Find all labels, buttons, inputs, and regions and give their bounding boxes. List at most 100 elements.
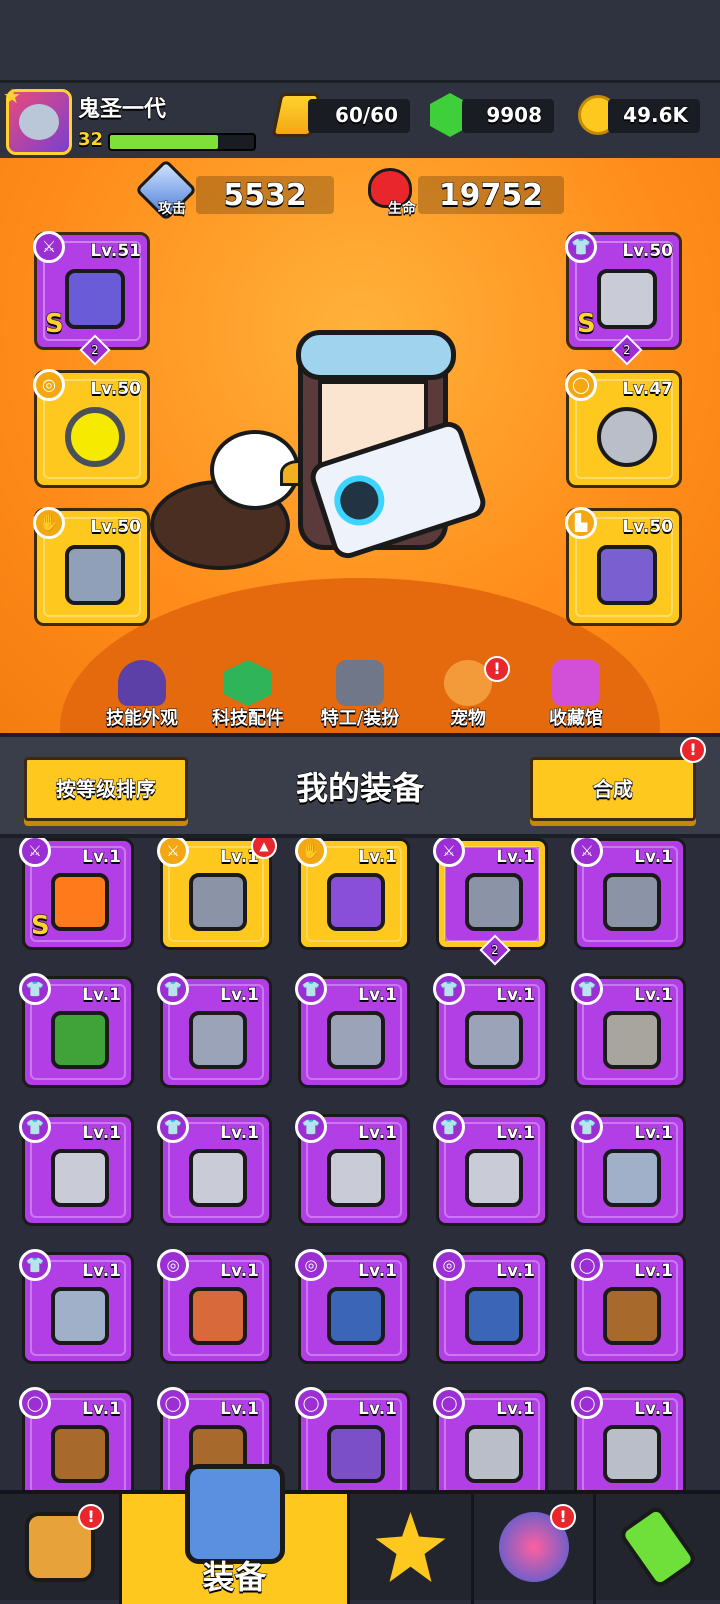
inventory-item[interactable]: ◎ Lv.1	[433, 1249, 548, 1364]
item-level: Lv.1	[82, 1123, 122, 1144]
armor-type-icon: 👕	[295, 1111, 327, 1143]
new-item-icon: ▲	[251, 838, 277, 859]
player-avatar[interactable]: ★	[3, 84, 72, 155]
weapon-item-icon	[603, 873, 661, 931]
armor-type-icon: 👕	[295, 973, 327, 1005]
inventory-item[interactable]: ◎ Lv.1	[295, 1249, 410, 1364]
equipped-glove-slot[interactable]: ✋ Lv.50	[33, 507, 150, 626]
item-level: Lv.1	[82, 1399, 122, 1420]
armor-type-icon: 👕	[565, 231, 597, 263]
inventory-item[interactable]: ◯ Lv.1	[295, 1387, 410, 1490]
tech-parts-label: 科技配件	[212, 708, 285, 730]
belt-type-icon: ◯	[571, 1387, 603, 1419]
battle-tab[interactable]	[350, 1494, 474, 1604]
item-level: Lv.1	[82, 985, 122, 1006]
gene-tab[interactable]	[596, 1494, 720, 1604]
armor-item-icon	[189, 1149, 247, 1207]
item-level: Lv.1	[220, 1123, 260, 1144]
collection-label: 收藏馆	[549, 708, 604, 730]
spiked-collar-icon	[65, 407, 125, 467]
necklace-type-icon: ◎	[157, 1249, 189, 1281]
slot-level: Lv.50	[622, 241, 674, 262]
agent-costume-button[interactable]: 特工/装扮	[304, 660, 416, 730]
gun-icon	[65, 269, 125, 329]
inventory-item[interactable]: ⚔ Lv.1 S	[19, 838, 134, 950]
inventory-item[interactable]: ◯ Lv.1	[433, 1387, 548, 1490]
pet-button[interactable]: 宠物 !	[418, 656, 518, 730]
inventory-item[interactable]: 👕 Lv.1	[295, 1111, 410, 1226]
equipped-weapon-slot[interactable]: ⚔ Lv.51 S 2	[33, 231, 150, 366]
mech-glove-icon	[65, 545, 125, 605]
armor-item-icon	[603, 1149, 661, 1207]
belt-type-icon: ◯	[157, 1387, 189, 1419]
necklace-type-icon: ◎	[295, 1249, 327, 1281]
xp-bar	[108, 133, 256, 151]
energy-value: 60/60	[308, 99, 410, 133]
item-level: Lv.1	[496, 985, 536, 1006]
armor-type-icon: 👕	[19, 1111, 51, 1143]
shop-tab[interactable]: !	[0, 1494, 122, 1604]
belt-type-icon: ◯	[565, 369, 597, 401]
sort-by-level-button[interactable]: 按等级排序	[24, 757, 188, 821]
inventory-item[interactable]: ⚔ Lv.1	[571, 838, 686, 950]
boot-icon	[597, 545, 657, 605]
inventory-item[interactable]: ⚔ Lv.1 ▲	[157, 838, 277, 950]
inventory-item[interactable]: 👕 Lv.1	[19, 1249, 134, 1364]
inventory-item[interactable]: ◯ Lv.1	[571, 1387, 686, 1490]
belt-type-icon: ◯	[571, 1249, 603, 1281]
necklace-type-icon: ◎	[433, 1249, 465, 1281]
tech-chip-icon	[224, 660, 272, 706]
slot-level: Lv.50	[90, 379, 142, 400]
inventory-item[interactable]: ⚔ Lv.1 2	[433, 838, 548, 966]
item-level: Lv.1	[358, 985, 398, 1006]
armor-type-icon: 👕	[157, 1111, 189, 1143]
agent-head-icon	[336, 660, 384, 706]
slot-level: Lv.50	[622, 517, 674, 538]
attack-value: 5532	[196, 176, 334, 214]
inventory-item[interactable]: 👕 Lv.1	[433, 1111, 548, 1226]
armor-type-icon: 👕	[433, 973, 465, 1005]
item-level: Lv.1	[220, 985, 260, 1006]
inventory-item[interactable]: ✋ Lv.1	[295, 838, 410, 950]
inventory-item[interactable]: ◯ Lv.1	[571, 1249, 686, 1364]
item-level: Lv.1	[358, 1123, 398, 1144]
inventory-item[interactable]: ◯ Lv.1	[19, 1387, 134, 1490]
collection-button[interactable]: 收藏馆	[526, 660, 626, 730]
belt-item-icon	[603, 1425, 661, 1483]
armor-item-icon	[465, 1011, 523, 1069]
inventory-item[interactable]: 👕 Lv.1	[295, 973, 410, 1088]
glove-item-icon	[327, 873, 385, 931]
armor-item-icon	[51, 1011, 109, 1069]
equipped-necklace-slot[interactable]: ◎ Lv.50	[33, 369, 150, 488]
inventory-grid: ⚔ Lv.1 S ⚔ Lv.1 ▲ ✋ Lv.1 ⚔ Lv.1 2 ⚔ Lv.1 👕 Lv.1 👕 Lv.1 👕 L…	[0, 838, 720, 1490]
inventory-item[interactable]: 👕 Lv.1	[571, 1111, 686, 1226]
skill-skin-button[interactable]: 技能外观	[92, 660, 192, 730]
inventory-item[interactable]: 👕 Lv.1	[571, 973, 686, 1088]
inventory-item[interactable]: 👕 Lv.1	[433, 973, 548, 1088]
item-level: Lv.1	[220, 1261, 260, 1282]
battle-star-icon	[375, 1512, 446, 1582]
merge-button[interactable]: 合成	[530, 757, 696, 821]
tech-parts-button[interactable]: 科技配件	[198, 660, 298, 730]
inventory-item[interactable]: 👕 Lv.1	[19, 1111, 134, 1226]
bottom-nav: ! 装备 !	[0, 1464, 720, 1604]
inventory-item[interactable]: 👕 Lv.1	[19, 973, 134, 1088]
equipped-boot-slot[interactable]: ▙ Lv.50	[565, 507, 682, 626]
inventory-item[interactable]: ◎ Lv.1	[157, 1249, 272, 1364]
equipment-tab[interactable]: 装备	[122, 1464, 350, 1604]
gems-value: 9908	[462, 99, 554, 133]
inventory-item[interactable]: 👕 Lv.1	[157, 973, 272, 1088]
armor-type-icon: 👕	[19, 1249, 51, 1281]
belt-type-icon: ◯	[19, 1387, 51, 1419]
item-level: Lv.1	[82, 1261, 122, 1282]
equipped-belt-slot[interactable]: ◯ Lv.47	[565, 369, 682, 488]
mech-armor-icon	[597, 269, 657, 329]
inventory-item[interactable]: 👕 Lv.1	[157, 1111, 272, 1226]
item-level: Lv.1	[82, 847, 122, 868]
gold-value: 49.6K	[608, 99, 700, 133]
item-level: Lv.1	[358, 1261, 398, 1282]
egg-tab[interactable]: !	[474, 1494, 596, 1604]
player-name: 鬼圣一代	[77, 97, 167, 123]
equipped-armor-slot[interactable]: 👕 Lv.50 S 2	[565, 231, 682, 366]
attack-label: 攻击	[158, 201, 187, 218]
